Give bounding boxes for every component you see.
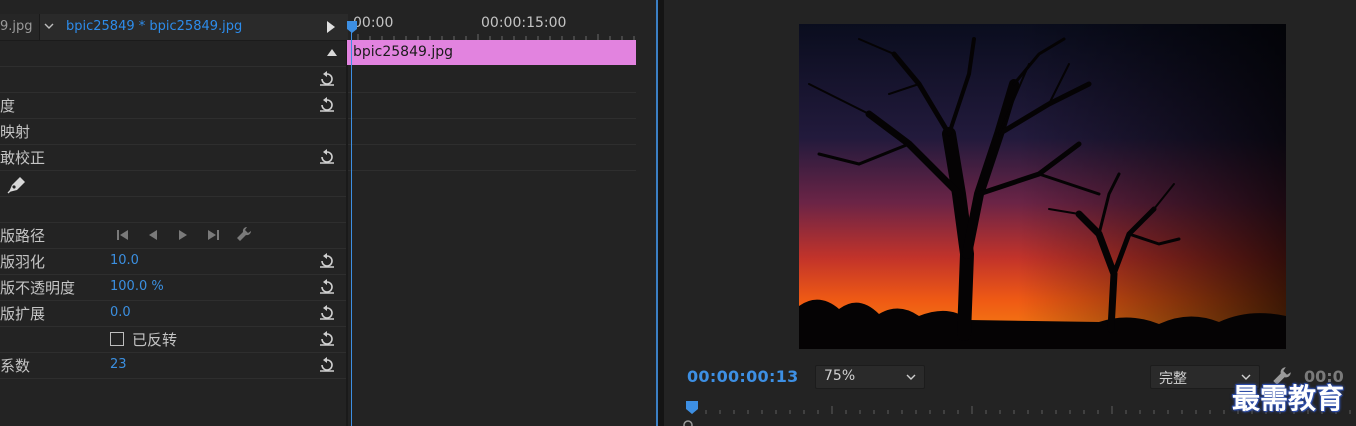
property-label: 版不透明度 (0, 279, 76, 297)
play-arrow-icon[interactable] (326, 21, 336, 33)
track-forward-icon[interactable] (176, 228, 190, 242)
property-label: 映射 (0, 123, 31, 141)
clip-name: bpic25849.jpg (353, 44, 454, 60)
tab-source-label: 9.jpg (0, 19, 33, 34)
tab-active-label: bpic25849 * bpic25849.jpg (66, 19, 243, 34)
property-row-mask-path: 版路径 (0, 222, 346, 249)
reset-icon[interactable] (318, 96, 336, 114)
inverted-label: 已反转 (132, 331, 178, 349)
playhead-line[interactable] (351, 30, 352, 426)
property-row-inverted: 已反转 (0, 326, 346, 353)
monitor-playhead-icon[interactable] (686, 401, 698, 414)
playback-resolution-value: 完整 (1159, 371, 1187, 387)
property-label: 度 (0, 97, 16, 115)
property-label: 版扩展 (0, 305, 46, 323)
program-video-frame[interactable] (799, 24, 1286, 349)
panel-split-divider[interactable] (346, 40, 348, 426)
reset-icon[interactable] (318, 70, 336, 88)
property-row-degree: 度 (0, 92, 346, 119)
watermark-logo: 最需教育 (1232, 382, 1345, 415)
property-row-collapse (0, 40, 346, 67)
reset-icon[interactable] (318, 356, 336, 374)
property-label: 系数 (0, 357, 31, 375)
reset-icon[interactable] (318, 278, 336, 296)
mask-expansion-value[interactable]: 0.0 (110, 305, 131, 320)
timeline-divider (348, 118, 636, 119)
mask-opacity-value[interactable]: 100.0 % (110, 279, 164, 294)
timeline-clip[interactable]: bpic25849.jpg (347, 40, 636, 65)
zoom-level-dropdown[interactable]: 75% (815, 365, 925, 389)
timeline-start-timecode: 00:00 (353, 15, 394, 31)
coefficient-value[interactable]: 23 (110, 357, 127, 372)
playhead-marker-icon[interactable] (346, 20, 358, 34)
panel-tab-bar: 9.jpg bpic25849 * bpic25849.jpg (0, 14, 348, 41)
property-row-mask-feather: 版羽化 10.0 (0, 248, 346, 275)
reset-icon[interactable] (318, 148, 336, 166)
property-label: 版羽化 (0, 253, 46, 271)
timeline-divider (348, 144, 636, 145)
zoom-level-value: 75% (824, 368, 856, 384)
property-row-coefficient: 系数 23 (0, 352, 346, 379)
property-row (0, 66, 346, 93)
track-backward-all-icon[interactable] (116, 228, 130, 242)
property-label: 敢校正 (0, 149, 46, 167)
collapse-up-icon[interactable] (326, 48, 338, 58)
mask-feather-value[interactable]: 10.0 (110, 253, 139, 268)
timeline-mid-timecode: 00:00:15:00 (481, 15, 567, 31)
tab-active-clip[interactable]: bpic25849 * bpic25849.jpg (66, 14, 242, 40)
property-row-mask-expansion: 版扩展 0.0 (0, 300, 346, 327)
property-label: 版路径 (0, 227, 46, 245)
track-forward-all-icon[interactable] (206, 228, 220, 242)
reset-icon[interactable] (318, 304, 336, 322)
property-row (0, 196, 346, 223)
timeline-ruler[interactable] (348, 30, 636, 40)
tab-source-clip[interactable]: 9.jpg (0, 14, 40, 40)
property-row-mapping: 映射 (0, 118, 346, 145)
playhead-timecode[interactable]: 00:00:00:13 (687, 367, 799, 386)
timeline-divider (348, 170, 636, 171)
chevron-down-icon (906, 374, 916, 380)
timeline-divider (348, 92, 636, 93)
track-backward-icon[interactable] (146, 228, 160, 242)
inverted-checkbox[interactable] (110, 332, 124, 346)
property-row-correction: 敢校正 (0, 144, 346, 171)
reset-icon[interactable] (318, 330, 336, 348)
chevron-down-icon[interactable] (44, 21, 54, 31)
property-row-pen (0, 170, 346, 197)
wrench-icon[interactable] (236, 226, 252, 242)
pen-tool-icon[interactable] (6, 174, 28, 194)
reset-icon[interactable] (318, 252, 336, 270)
property-row-mask-opacity: 版不透明度 100.0 % (0, 274, 346, 301)
